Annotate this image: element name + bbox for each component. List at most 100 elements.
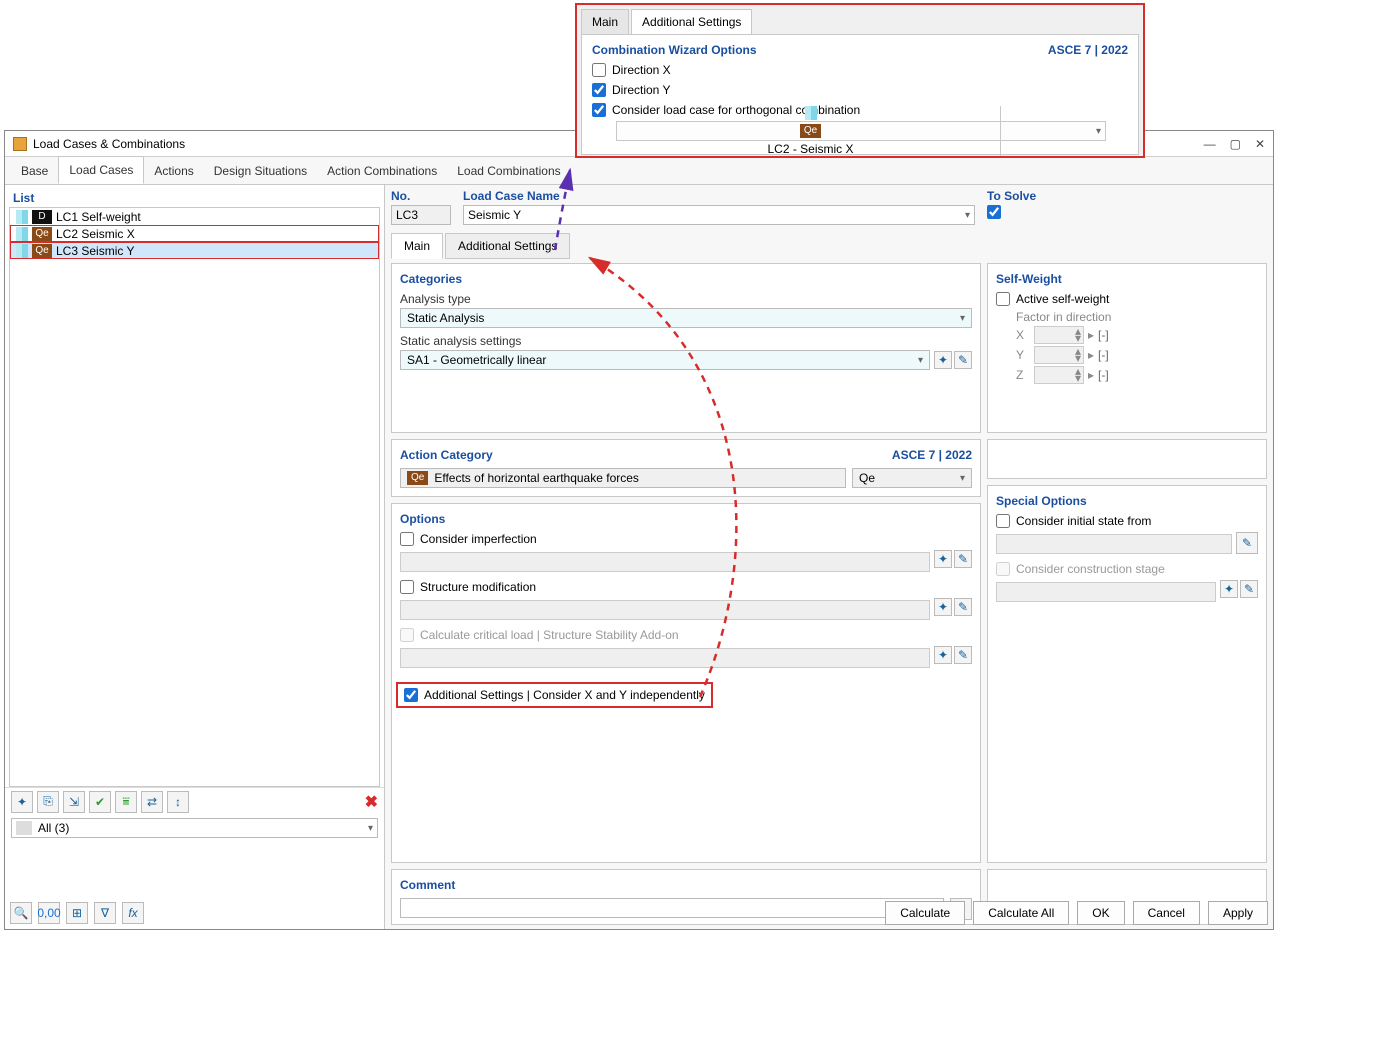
apply-button[interactable]: Apply	[1208, 901, 1268, 925]
constr-edit-icon[interactable]: ✎	[1240, 580, 1258, 598]
consider-imperfection-checkbox[interactable]	[400, 532, 414, 546]
crit-edit-icon[interactable]: ✎	[954, 646, 972, 664]
check-icon[interactable]: ✔	[89, 791, 111, 813]
crit-new-icon[interactable]: ✦	[934, 646, 952, 664]
edit-settings-icon[interactable]: ✎	[954, 351, 972, 369]
to-solve-label: To Solve	[987, 189, 1267, 203]
no-field[interactable]: LC3	[391, 205, 451, 225]
spacer-card	[987, 439, 1267, 479]
standard-label: ASCE 7 | 2022	[892, 448, 972, 462]
maximize-button[interactable]: ▢	[1230, 137, 1241, 151]
app-icon	[13, 137, 27, 151]
tab-load-combinations[interactable]: Load Combinations	[447, 158, 570, 184]
fx-icon[interactable]: fx	[122, 902, 144, 924]
tab-actions[interactable]: Actions	[144, 158, 203, 184]
load-case-list[interactable]: D LC1 Self-weight Qe LC2 Seismic X Qe LC…	[9, 207, 380, 787]
critical-load-checkbox	[400, 628, 414, 642]
direction-y-checkbox[interactable]	[592, 83, 606, 97]
checkall-icon[interactable]: ⩸	[115, 791, 137, 813]
lc-code-badge: D	[32, 210, 52, 224]
tab-design-situations[interactable]: Design Situations	[204, 158, 317, 184]
initial-state-checkbox[interactable]	[996, 514, 1010, 528]
action-code-dropdown[interactable]: Qe▾	[852, 468, 972, 488]
lc-name: LC1 Self-weight	[56, 210, 141, 224]
detail-panel: No. LC3 Load Case Name Seismic Y▾ To Sol…	[385, 185, 1273, 929]
list-panel: List D LC1 Self-weight Qe LC2 Seismic X …	[5, 185, 385, 929]
initial-state-edit-icon[interactable]: ✎	[1236, 532, 1258, 554]
factor-y-spinner[interactable]: ▴▾	[1034, 346, 1084, 364]
bottom-toolbar: 🔍 0,00 ⊞ ∇ fx Calculate Calculate All OK…	[4, 896, 1274, 930]
direction-x-label: Direction X	[612, 63, 671, 77]
chevron-down-icon: ▾	[965, 210, 970, 221]
filter-dropdown[interactable]: All (3) ▾	[11, 818, 378, 838]
detail-tab-main[interactable]: Main	[391, 233, 443, 259]
cancel-button[interactable]: Cancel	[1133, 901, 1200, 925]
minimize-button[interactable]: —	[1204, 137, 1216, 151]
additional-xy-checkbox[interactable]	[404, 688, 418, 702]
play-icon[interactable]: ▸	[1088, 348, 1094, 362]
lc-name: LC2 Seismic X	[56, 227, 135, 241]
list-heading: List	[5, 185, 384, 207]
chevron-down-icon: ▾	[960, 473, 965, 484]
tree-icon[interactable]: ⊞	[66, 902, 88, 924]
qe-badge: Qe	[407, 471, 428, 485]
direction-x-checkbox[interactable]	[592, 63, 606, 77]
popup-tab-additional[interactable]: Additional Settings	[631, 9, 752, 34]
structmod-edit-icon[interactable]: ✎	[954, 598, 972, 616]
imperf-new-icon[interactable]: ✦	[934, 550, 952, 568]
imperf-edit-icon[interactable]: ✎	[954, 550, 972, 568]
close-button[interactable]: ✕	[1255, 137, 1265, 151]
help-icon[interactable]: 🔍	[10, 902, 32, 924]
categories-card: Categories Analysis type Static Analysis…	[391, 263, 981, 433]
chevron-down-icon: ▾	[368, 823, 373, 834]
new-icon[interactable]: ✦	[11, 791, 33, 813]
main-tabs: Base Load Cases Actions Design Situation…	[5, 157, 1273, 185]
new-settings-icon[interactable]: ✦	[934, 351, 952, 369]
analysis-type-dropdown[interactable]: Static Analysis▾	[400, 308, 972, 328]
play-icon[interactable]: ▸	[1088, 368, 1094, 382]
constr-new-icon[interactable]: ✦	[1220, 580, 1238, 598]
insert-icon[interactable]: ⇲	[63, 791, 85, 813]
special-options-card: Special Options Consider initial state f…	[987, 485, 1267, 863]
options-card: Options Consider imperfection ✦✎ Structu…	[391, 503, 981, 863]
units-icon[interactable]: 0,00	[38, 902, 60, 924]
action-category-card: Action CategoryASCE 7 | 2022 QeEffects o…	[391, 439, 981, 497]
swap-icon[interactable]: ⇄	[141, 791, 163, 813]
orthogonal-loadcase-dropdown[interactable]: Qe LC2 - Seismic X ▾	[616, 121, 1106, 141]
ok-button[interactable]: OK	[1077, 901, 1124, 925]
popup-section-title: Combination Wizard Options	[592, 43, 757, 57]
copy-icon[interactable]: ⎘	[37, 791, 59, 813]
list-item[interactable]: Qe LC2 Seismic X	[10, 225, 379, 242]
filter-icon[interactable]: ∇	[94, 902, 116, 924]
chevron-down-icon: ▾	[1096, 126, 1101, 137]
name-dropdown[interactable]: Seismic Y▾	[463, 205, 975, 225]
tab-base[interactable]: Base	[11, 158, 58, 184]
active-selfweight-checkbox[interactable]	[996, 292, 1010, 306]
filter-icon	[16, 821, 32, 835]
analysis-type-label: Analysis type	[400, 292, 972, 306]
construction-stage-checkbox	[996, 562, 1010, 576]
additional-settings-highlight: Additional Settings | Consider X and Y i…	[400, 686, 709, 704]
structure-mod-checkbox[interactable]	[400, 580, 414, 594]
list-item[interactable]: Qe LC3 Seismic Y	[10, 242, 379, 259]
structmod-new-icon[interactable]: ✦	[934, 598, 952, 616]
additional-xy-label: Additional Settings | Consider X and Y i…	[424, 688, 705, 702]
detail-tab-additional[interactable]: Additional Settings	[445, 233, 570, 259]
calculate-all-button[interactable]: Calculate All	[973, 901, 1069, 925]
factor-x-spinner[interactable]: ▴▾	[1034, 326, 1084, 344]
tab-action-combinations[interactable]: Action Combinations	[317, 158, 447, 184]
play-icon[interactable]: ▸	[1088, 328, 1094, 342]
popup-tab-main[interactable]: Main	[581, 9, 629, 34]
delete-button[interactable]: ✖	[365, 792, 378, 812]
qe-badge: Qe	[800, 124, 821, 138]
to-solve-checkbox[interactable]	[987, 205, 1001, 219]
factor-z-spinner[interactable]: ▴▾	[1034, 366, 1084, 384]
renumber-icon[interactable]: ↕	[167, 791, 189, 813]
list-item[interactable]: D LC1 Self-weight	[10, 208, 379, 225]
calculate-button[interactable]: Calculate	[885, 901, 965, 925]
tab-load-cases[interactable]: Load Cases	[58, 156, 144, 184]
consider-orthogonal-checkbox[interactable]	[592, 103, 606, 117]
sas-dropdown[interactable]: SA1 - Geometrically linear▾	[400, 350, 930, 370]
action-category-dropdown[interactable]: QeEffects of horizontal earthquake force…	[400, 468, 846, 488]
load-cases-window: Load Cases & Combinations — ▢ ✕ Base Loa…	[4, 130, 1274, 930]
